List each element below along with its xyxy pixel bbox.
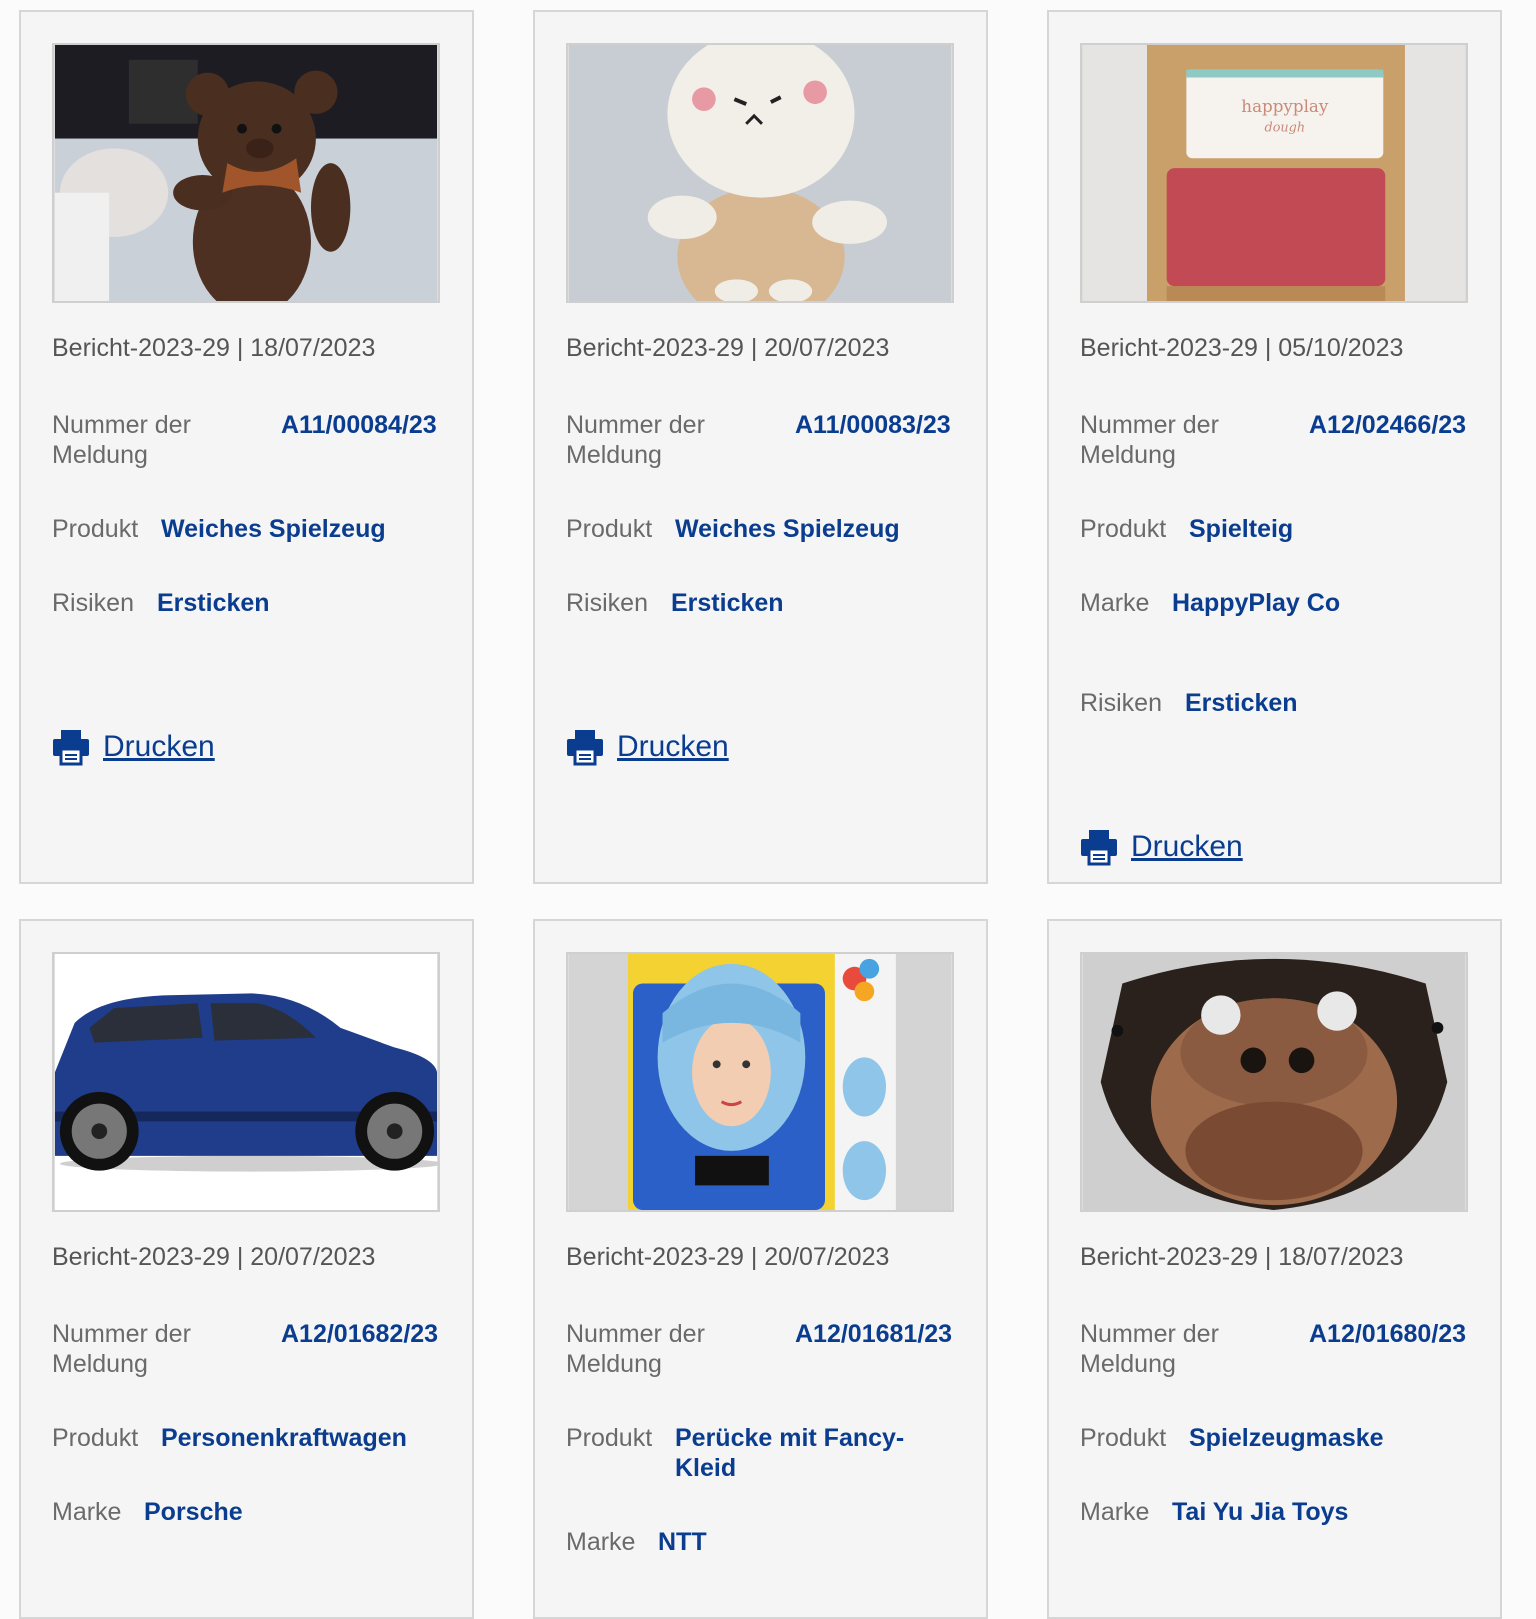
product-card: Bericht-2023-29 | 20/07/2023 Nummer der … — [533, 10, 988, 884]
product-image[interactable] — [1080, 952, 1468, 1212]
notification-number-link[interactable]: A11/00083/23 — [795, 410, 951, 440]
notification-number-link[interactable]: A12/01681/23 — [795, 1319, 952, 1349]
product-value[interactable]: Spielzeugmaske — [1189, 1423, 1384, 1453]
risks-label: Risiken — [52, 589, 134, 617]
printer-icon — [567, 730, 603, 766]
notification-number-link[interactable]: A12/01680/23 — [1309, 1319, 1466, 1349]
report-date: Bericht-2023-29 | 18/07/2023 — [52, 334, 376, 362]
notification-number-label: Nummer der Meldung — [566, 411, 705, 469]
product-value[interactable]: Perücke mit Fancy- Kleid — [675, 1423, 904, 1483]
white-plush-toy-icon — [568, 45, 952, 301]
blue-suv-car-icon — [54, 954, 438, 1210]
product-card: Bericht-2023-29 | 20/07/2023 Nummer der … — [533, 919, 988, 1619]
product-value-line-1: Perücke mit Fancy- — [675, 1424, 905, 1452]
monkey-mask-icon — [1082, 954, 1466, 1210]
notification-number-label: Nummer der Meldung — [52, 411, 191, 469]
product-image[interactable] — [566, 43, 954, 303]
notification-number-label: Nummer der Meldung — [52, 1320, 191, 1378]
notification-number-label: Nummer der Meldung — [1080, 1320, 1219, 1378]
risks-value[interactable]: Ersticken — [671, 588, 784, 618]
print-label[interactable]: Drucken — [617, 728, 729, 766]
risks-value[interactable]: Ersticken — [1185, 688, 1298, 718]
risks-label: Risiken — [566, 589, 648, 617]
product-value[interactable]: Weiches Spielzeug — [675, 514, 900, 544]
brand-label: Marke — [1080, 1498, 1150, 1526]
bag-label-line-1: happyplay — [1241, 96, 1329, 116]
bag-label-line-2: dough — [1265, 121, 1306, 136]
brand-label: Marke — [566, 1528, 636, 1556]
brand-value[interactable]: HappyPlay Co — [1172, 588, 1340, 618]
notification-number-label: Nummer der Meldung — [1080, 411, 1219, 469]
product-label: Produkt — [52, 515, 139, 543]
print-label[interactable]: Drucken — [103, 728, 215, 766]
product-value-line-2: Kleid — [675, 1454, 737, 1482]
report-date: Bericht-2023-29 | 20/07/2023 — [566, 334, 890, 362]
notification-number-link[interactable]: A12/01682/23 — [281, 1319, 438, 1349]
brand-value[interactable]: NTT — [658, 1527, 707, 1557]
notification-number-link[interactable]: A11/00084/23 — [281, 410, 437, 440]
product-value[interactable]: Personenkraftwagen — [161, 1423, 407, 1453]
product-label: Produkt — [566, 1424, 653, 1452]
brand-value[interactable]: Porsche — [144, 1497, 243, 1527]
product-image[interactable]: happyplay dough — [1080, 43, 1468, 303]
product-card: happyplay dough Bericht-2023-29 | 05/10/… — [1047, 10, 1502, 884]
product-value[interactable]: Weiches Spielzeug — [161, 514, 386, 544]
printer-icon — [1081, 830, 1117, 866]
product-label: Produkt — [52, 1424, 139, 1452]
product-label: Produkt — [566, 515, 653, 543]
notification-number-link[interactable]: A12/02466/23 — [1309, 410, 1466, 440]
brand-label: Marke — [1080, 589, 1150, 617]
product-label: Produkt — [1080, 1424, 1167, 1452]
product-card: Bericht-2023-29 | 20/07/2023 Nummer der … — [19, 919, 474, 1619]
product-label: Produkt — [1080, 515, 1167, 543]
play-dough-bag-icon: happyplay dough — [1082, 45, 1466, 301]
report-date: Bericht-2023-29 | 18/07/2023 — [1080, 1243, 1404, 1271]
printer-icon — [53, 730, 89, 766]
blue-wig-package-icon — [568, 954, 952, 1210]
product-image[interactable] — [52, 43, 440, 303]
risks-value[interactable]: Ersticken — [157, 588, 270, 618]
risks-label: Risiken — [1080, 689, 1162, 717]
product-image[interactable] — [566, 952, 954, 1212]
report-date: Bericht-2023-29 | 05/10/2023 — [1080, 334, 1404, 362]
report-date: Bericht-2023-29 | 20/07/2023 — [566, 1243, 890, 1271]
product-image[interactable] — [52, 952, 440, 1212]
notification-number-label: Nummer der Meldung — [566, 1320, 705, 1378]
brown-teddy-bear-icon — [54, 45, 438, 301]
brand-label: Marke — [52, 1498, 122, 1526]
product-card: Bericht-2023-29 | 18/07/2023 Nummer der … — [1047, 919, 1502, 1619]
product-card: Bericht-2023-29 | 18/07/2023 Nummer der … — [19, 10, 474, 884]
brand-value[interactable]: Tai Yu Jia Toys — [1172, 1497, 1348, 1527]
report-date: Bericht-2023-29 | 20/07/2023 — [52, 1243, 376, 1271]
product-value[interactable]: Spielteig — [1189, 514, 1293, 544]
print-label[interactable]: Drucken — [1131, 828, 1243, 866]
